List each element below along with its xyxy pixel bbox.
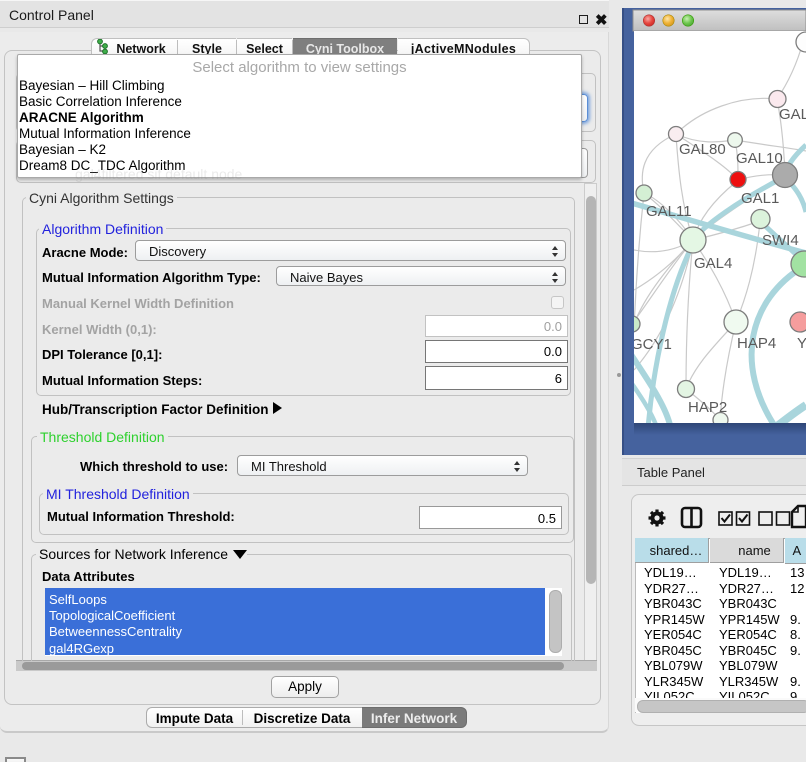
svg-text:GAL1: GAL1: [741, 190, 779, 207]
svg-text:HAP4: HAP4: [737, 335, 776, 352]
svg-text:GAL80: GAL80: [679, 141, 726, 158]
svg-text:HAP2: HAP2: [688, 399, 727, 416]
svg-text:GAL11: GAL11: [646, 203, 692, 220]
svg-text:GAL10: GAL10: [736, 150, 783, 167]
svg-text:GAL2: GAL2: [779, 106, 806, 123]
svg-text:GAL4: GAL4: [694, 255, 732, 272]
svg-text:SWI4: SWI4: [762, 232, 799, 249]
svg-text:GCY1: GCY1: [631, 336, 672, 353]
svg-text:YE: YE: [797, 335, 806, 352]
